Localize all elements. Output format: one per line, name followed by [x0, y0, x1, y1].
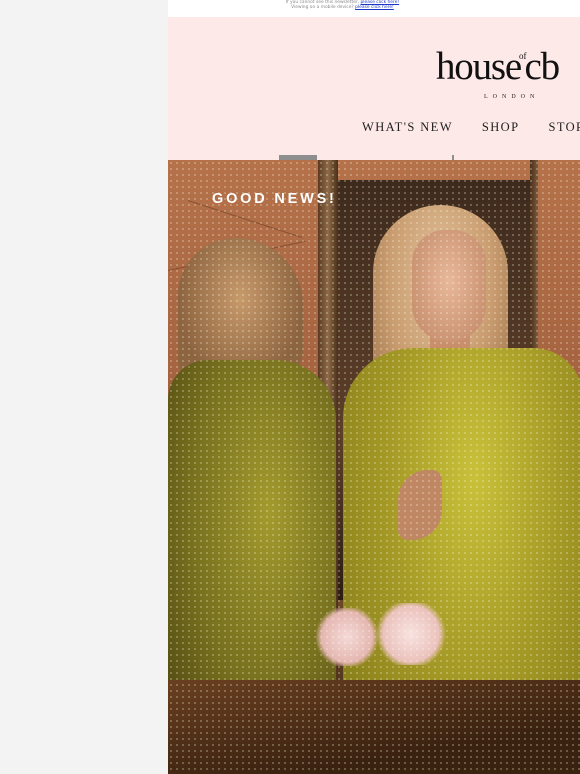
header: houseofcb LONDON WHAT'S NEW SHOP STORES — [168, 17, 580, 160]
hero-headline: GOOD NEWS! — [212, 191, 337, 207]
logo-main: house — [436, 45, 522, 88]
nav-item-stores[interactable]: STORES — [548, 120, 580, 135]
nav-item-whats-new[interactable]: WHAT'S NEW — [362, 120, 453, 135]
logo-tail: cb — [524, 45, 561, 88]
mobile-view-link[interactable]: please click here! — [355, 5, 394, 10]
preheader: If you cannot see this newsletter, pleas… — [168, 0, 517, 17]
hero-banner[interactable]: GOOD NEWS! — [168, 160, 580, 774]
logo-of: of — [519, 51, 527, 61]
nav-item-shop[interactable]: SHOP — [482, 120, 520, 135]
sequin-sparkle-overlay — [168, 160, 580, 774]
preheader-text-2: Viewing on a mobile device? — [291, 5, 354, 10]
preheader-line-2: Viewing on a mobile device? please click… — [168, 5, 517, 10]
email-container: If you cannot see this newsletter, pleas… — [168, 0, 580, 774]
main-nav: WHAT'S NEW SHOP STORES — [362, 120, 580, 135]
brand-logo[interactable]: houseofcb — [436, 45, 561, 96]
logo-location: LONDON — [484, 94, 540, 100]
